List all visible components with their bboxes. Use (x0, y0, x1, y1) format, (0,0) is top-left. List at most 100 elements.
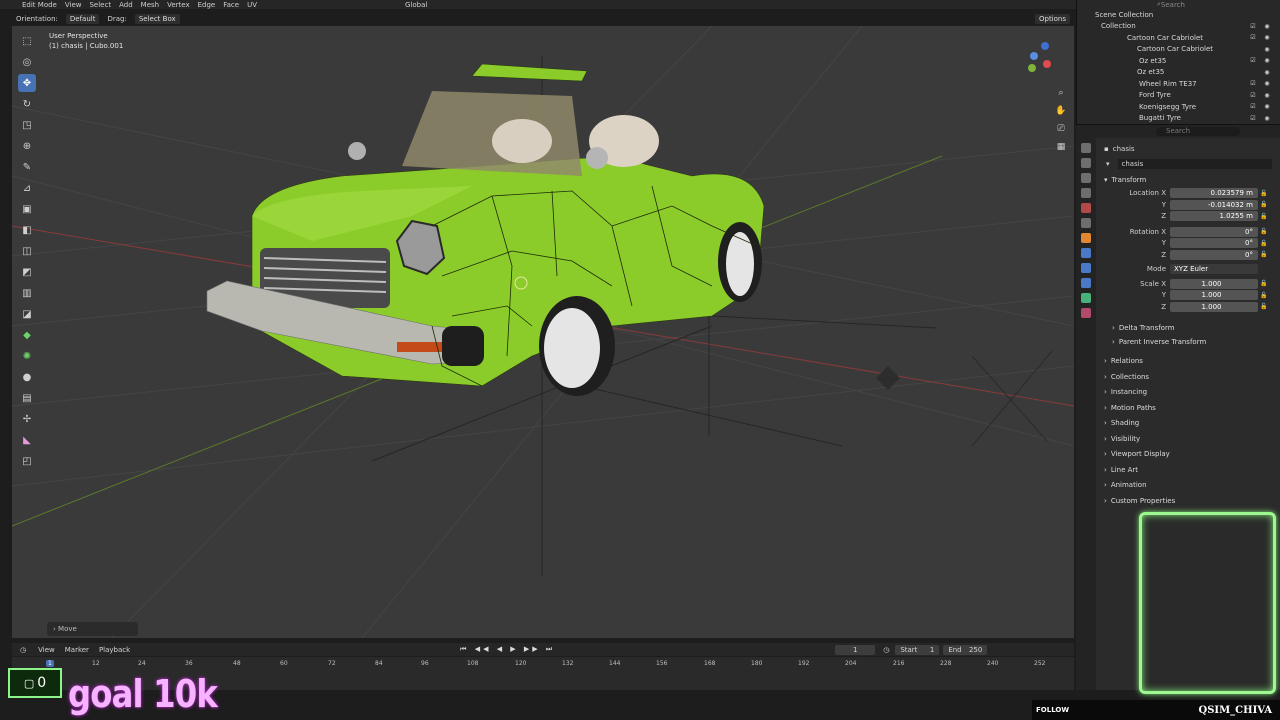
zoom-icon[interactable]: ⌕ (1054, 84, 1068, 102)
menu-uv[interactable]: UV (247, 1, 257, 9)
lock-icon[interactable]: 🔓 (1258, 303, 1270, 310)
scale-y-field[interactable]: 1.000 (1170, 290, 1258, 301)
editor-type-icon[interactable]: ◷ (20, 646, 26, 654)
add-cube-tool-icon[interactable]: ▣ (18, 200, 36, 218)
poly-build-tool-icon[interactable]: ◆ (18, 326, 36, 344)
menu-view[interactable]: View (65, 1, 82, 9)
lock-icon[interactable]: 🔓 (1258, 190, 1270, 197)
rip-tool-icon[interactable]: ◰ (18, 452, 36, 470)
camera-view-icon[interactable]: ⎚ (1054, 120, 1068, 138)
lock-icon[interactable]: 🔓 (1258, 251, 1270, 258)
material-tab-icon[interactable] (1081, 308, 1091, 318)
eye-icon[interactable]: ◉ (1260, 34, 1274, 41)
outliner-row[interactable]: Koenigsegg Tyre ☑ ◉ (1077, 101, 1280, 113)
last-operator-panel[interactable]: › Move (47, 622, 138, 636)
modifier-tab-icon[interactable] (1081, 248, 1091, 258)
object-tab-icon[interactable] (1081, 233, 1091, 243)
checkbox-icon[interactable]: ☑ (1246, 34, 1260, 41)
spin-tool-icon[interactable]: ✺ (18, 347, 36, 365)
cursor-tool-icon[interactable]: ◎ (18, 53, 36, 71)
menu-edge[interactable]: Edge (198, 1, 216, 9)
eye-icon[interactable]: ◉ (1260, 92, 1274, 99)
smooth-tool-icon[interactable]: ● (18, 368, 36, 386)
particles-tab-icon[interactable] (1081, 263, 1091, 273)
transform-tool-icon[interactable]: ⊕ (18, 137, 36, 155)
transform-panel-header[interactable]: ▾ Transform (1096, 172, 1280, 188)
checkbox-icon[interactable]: ☑ (1246, 92, 1260, 99)
collections-panel[interactable]: › Collections (1096, 369, 1280, 385)
outliner-row[interactable]: Oz et35 ◉ (1077, 67, 1280, 79)
rotate-tool-icon[interactable]: ↻ (18, 95, 36, 113)
lock-icon[interactable]: 🔓 (1258, 213, 1270, 220)
instancing-panel[interactable]: › Instancing (1096, 385, 1280, 401)
custom-properties-panel[interactable]: › Custom Properties (1096, 493, 1280, 509)
viewport-display-panel[interactable]: › Viewport Display (1096, 447, 1280, 463)
checkbox-icon[interactable]: ☑ (1246, 57, 1260, 64)
location-y-field[interactable]: -0.014032 m (1170, 199, 1258, 210)
mode-select[interactable]: Edit Mode (22, 1, 57, 9)
shading-panel[interactable]: › Shading (1096, 416, 1280, 432)
physics-tab-icon[interactable] (1081, 278, 1091, 288)
render-tab-icon[interactable] (1081, 158, 1091, 168)
lock-icon[interactable]: 🔓 (1258, 228, 1270, 235)
outliner-search-input[interactable]: Search (1161, 1, 1185, 9)
animation-panel[interactable]: › Animation (1096, 478, 1280, 494)
select-tool-icon[interactable]: ⬚ (18, 32, 36, 50)
line-art-panel[interactable]: › Line Art (1096, 462, 1280, 478)
relations-panel[interactable]: › Relations (1096, 354, 1280, 370)
object-name-field[interactable]: chasis (1117, 159, 1272, 169)
move-tool-icon[interactable]: ✥ (18, 74, 36, 92)
eye-icon[interactable]: ◉ (1260, 103, 1274, 110)
start-frame-field[interactable]: Start 1 (895, 644, 940, 655)
lock-icon[interactable]: 🔓 (1258, 292, 1270, 299)
outliner-row[interactable]: Oz et35 ☑ ◉ (1077, 55, 1280, 67)
delta-transform-panel[interactable]: › Delta Transform (1096, 321, 1280, 336)
rotation-x-field[interactable]: 0° (1170, 226, 1258, 237)
location-z-field[interactable]: 1.0255 m (1170, 211, 1258, 222)
checkbox-icon[interactable]: ☑ (1246, 103, 1260, 110)
properties-search[interactable]: Search (1156, 127, 1240, 136)
rotation-z-field[interactable]: 0° (1170, 249, 1258, 260)
knife-tool-icon[interactable]: ◪ (18, 305, 36, 323)
menu-add[interactable]: Add (119, 1, 133, 9)
extrude-tool-icon[interactable]: ◧ (18, 221, 36, 239)
output-tab-icon[interactable] (1081, 173, 1091, 183)
menu-face[interactable]: Face (223, 1, 239, 9)
eye-icon[interactable]: ◉ (1260, 115, 1274, 122)
checkbox-icon[interactable]: ☑ (1246, 80, 1260, 87)
outliner-row[interactable]: Cartoon Car Cabriolet ☑ ◉ (1077, 32, 1280, 44)
drag-select[interactable]: Select Box (134, 14, 180, 24)
rotation-mode-select[interactable]: XYZ Euler (1170, 264, 1258, 275)
shear-tool-icon[interactable]: ◣ (18, 431, 36, 449)
end-frame-field[interactable]: End 250 (943, 644, 988, 655)
transform-space-select[interactable]: Global (405, 1, 427, 9)
tool-tab-icon[interactable] (1081, 143, 1091, 153)
lock-icon[interactable]: 🔓 (1258, 280, 1270, 287)
outliner-row[interactable]: Cartoon Car Cabriolet ◉ (1077, 44, 1280, 56)
options-button[interactable]: Options (1034, 14, 1070, 24)
data-tab-icon[interactable] (1081, 293, 1091, 303)
inset-tool-icon[interactable]: ◫ (18, 242, 36, 260)
outliner-row[interactable]: Wheel Rim TE37 ☑ ◉ (1077, 78, 1280, 90)
view-layer-tab-icon[interactable] (1081, 188, 1091, 198)
menu-select[interactable]: Select (89, 1, 111, 9)
playback-controls[interactable]: ⏮ ◀◀ ◀ ▶ ▶▶ ⏭ (460, 645, 555, 654)
visibility-panel[interactable]: › Visibility (1096, 431, 1280, 447)
playhead[interactable]: 1 (46, 660, 54, 667)
outliner-row[interactable]: Collection ☑ ◉ (1077, 21, 1280, 33)
current-frame-field[interactable]: 1 (835, 644, 876, 655)
lock-icon[interactable]: 🔓 (1258, 201, 1270, 208)
motion-paths-panel[interactable]: › Motion Paths (1096, 400, 1280, 416)
eye-icon[interactable]: ◉ (1260, 23, 1274, 30)
outliner-row[interactable]: Scene Collection (1077, 9, 1280, 21)
checkbox-icon[interactable]: ☑ (1246, 23, 1260, 30)
rotation-y-field[interactable]: 0° (1170, 238, 1258, 249)
eye-icon[interactable]: ◉ (1260, 80, 1274, 87)
shrink-tool-icon[interactable]: ✢ (18, 410, 36, 428)
timeline-menu-marker[interactable]: Marker (65, 646, 89, 654)
parent-inverse-panel[interactable]: › Parent Inverse Transform (1096, 335, 1280, 350)
world-tab-icon[interactable] (1081, 218, 1091, 228)
scale-z-field[interactable]: 1.000 (1170, 301, 1258, 312)
checkbox-icon[interactable]: ☑ (1246, 115, 1260, 122)
edge-slide-tool-icon[interactable]: ▤ (18, 389, 36, 407)
